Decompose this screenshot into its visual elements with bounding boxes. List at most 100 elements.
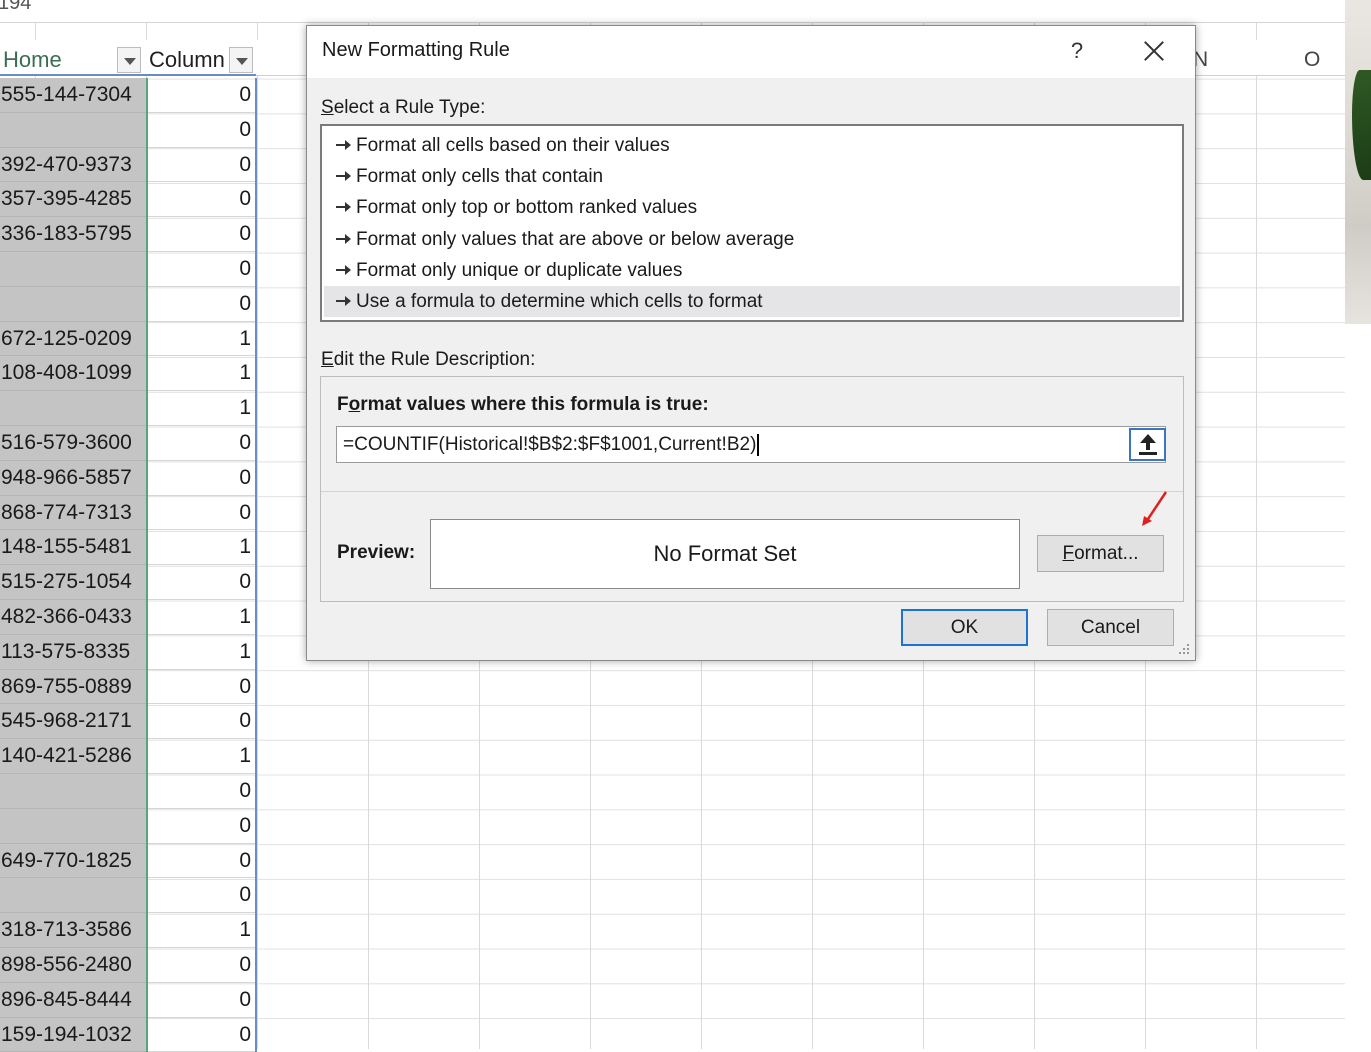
ok-button[interactable]: OK bbox=[901, 609, 1028, 646]
phone-cell[interactable] bbox=[0, 773, 146, 809]
rule-type-item[interactable]: Format only values that are above or bel… bbox=[324, 224, 1180, 255]
phone-cell[interactable]: 515-275-1054 bbox=[0, 565, 146, 600]
value-cell[interactable]: 0 bbox=[148, 809, 255, 844]
phone-cell[interactable]: 108-408-1099 bbox=[0, 356, 146, 392]
value-cell[interactable]: 0 bbox=[148, 217, 255, 252]
value-cell[interactable]: 0 bbox=[148, 670, 255, 705]
preview-label: Preview: bbox=[337, 542, 416, 563]
value-cell[interactable]: 0 bbox=[148, 774, 255, 809]
value-cell[interactable]: 1 bbox=[148, 391, 255, 426]
phone-cell[interactable]: 868-774-7313 bbox=[0, 495, 146, 531]
phone-cell[interactable]: 545-968-2171 bbox=[0, 704, 146, 740]
text-caret bbox=[757, 433, 760, 456]
value-cell[interactable]: 0 bbox=[148, 948, 255, 983]
phone-cell[interactable]: 159-194-1032 bbox=[0, 1017, 146, 1052]
arrow-right-icon bbox=[336, 296, 351, 306]
phone-cell[interactable]: 148-155-5481 bbox=[0, 530, 146, 566]
panel-divider bbox=[321, 491, 1183, 492]
value-cell[interactable]: 1 bbox=[148, 600, 255, 635]
arrow-base bbox=[1139, 452, 1157, 455]
phone-cell[interactable]: 948-966-5857 bbox=[0, 460, 146, 496]
phone-cell[interactable]: 140-421-5286 bbox=[0, 739, 146, 774]
arrow-right-icon bbox=[336, 202, 351, 213]
phone-cell[interactable] bbox=[0, 878, 146, 914]
rule-type-item[interactable]: Format only unique or duplicate values bbox=[324, 255, 1180, 286]
value-cell[interactable]: 0 bbox=[148, 704, 255, 740]
arrow-right-icon bbox=[336, 264, 351, 275]
phone-cell[interactable] bbox=[0, 286, 146, 322]
phone-cell[interactable]: 516-579-3600 bbox=[0, 425, 146, 461]
close-icon[interactable] bbox=[1137, 36, 1171, 66]
value-cell[interactable]: 1 bbox=[148, 322, 255, 357]
phone-cell[interactable]: 318-713-3586 bbox=[0, 913, 146, 948]
format-button-accel: F bbox=[1062, 543, 1075, 564]
formula-label-accel: o bbox=[348, 394, 361, 415]
home-filter-dropdown-icon[interactable] bbox=[117, 47, 141, 73]
value-cell[interactable]: 0 bbox=[148, 287, 255, 322]
formula-input[interactable]: =COUNTIF(Historical!$B$2:$F$1001,Current… bbox=[336, 426, 1166, 463]
value-cell[interactable]: 0 bbox=[148, 496, 255, 531]
value-cell[interactable]: 0 bbox=[148, 78, 255, 113]
dialog-titlebar: New Formatting Rule ? bbox=[307, 26, 1195, 78]
collapse-dialog-icon[interactable] bbox=[1129, 428, 1166, 461]
cancel-button[interactable]: Cancel bbox=[1047, 609, 1174, 646]
value-cell[interactable]: 0 bbox=[148, 1018, 255, 1052]
rule-type-label: Format only cells that contain bbox=[356, 166, 604, 188]
value-cell[interactable]: 0 bbox=[148, 844, 255, 879]
rule-type-label: Format only top or bottom ranked values bbox=[356, 197, 698, 219]
value-cell[interactable]: 1 bbox=[148, 913, 255, 948]
rule-type-item[interactable]: Format all cells based on their values bbox=[324, 130, 1180, 161]
phone-cell[interactable]: 649-770-1825 bbox=[0, 843, 146, 879]
value-cell[interactable]: 0 bbox=[148, 426, 255, 461]
phone-cell[interactable] bbox=[0, 112, 146, 148]
value-cell[interactable]: 0 bbox=[148, 252, 255, 287]
numeric-column: 0000000111000101100100001000 bbox=[146, 78, 257, 1052]
phone-cell[interactable]: 896-845-8444 bbox=[0, 982, 146, 1018]
rule-type-label: Format all cells based on their values bbox=[356, 135, 670, 156]
resize-grip-icon[interactable] bbox=[1175, 640, 1191, 656]
value-cell[interactable]: 0 bbox=[148, 113, 255, 148]
phone-cell[interactable]: 898-556-2480 bbox=[0, 947, 146, 983]
phone-cell[interactable]: 336-183-5795 bbox=[0, 217, 146, 252]
format-button-text: ormat... bbox=[1074, 543, 1139, 564]
value-cell[interactable]: 0 bbox=[148, 182, 255, 218]
value-cell[interactable]: 1 bbox=[148, 356, 255, 392]
value-cell[interactable]: 0 bbox=[148, 983, 255, 1018]
phone-cell[interactable]: 113-575-8335 bbox=[0, 634, 146, 670]
formula-label: Format values where this formula is true… bbox=[337, 394, 709, 416]
cell-reference: 194 bbox=[0, 0, 32, 14]
value-cell[interactable]: 1 bbox=[148, 530, 255, 566]
format-button[interactable]: Format... bbox=[1037, 535, 1164, 572]
phone-cell[interactable]: 357-395-4285 bbox=[0, 182, 146, 218]
value-cell[interactable]: 0 bbox=[148, 878, 255, 914]
arrow-right-icon bbox=[336, 140, 351, 150]
value-cell[interactable]: 0 bbox=[148, 565, 255, 600]
arrow-right-icon bbox=[336, 171, 351, 182]
phone-cell[interactable]: 672-125-0209 bbox=[0, 321, 146, 357]
phone-cell[interactable]: 482-366-0433 bbox=[0, 599, 146, 635]
preview-box: No Format Set bbox=[430, 519, 1020, 589]
value-cell[interactable]: 1 bbox=[148, 739, 255, 774]
formula-label-pre: F bbox=[337, 394, 349, 415]
value-cell[interactable]: 0 bbox=[148, 148, 255, 183]
new-formatting-rule-dialog: New Formatting Rule ? Select a Rule Type… bbox=[306, 25, 1196, 661]
value-cell[interactable]: 1 bbox=[148, 635, 255, 670]
column-filter-dropdown-icon[interactable] bbox=[229, 47, 253, 73]
help-button[interactable]: ? bbox=[1065, 38, 1089, 64]
edit-rule-description-label: Edit the Rule Description: bbox=[321, 349, 535, 371]
phone-cell[interactable] bbox=[0, 808, 146, 844]
phone-cell[interactable]: 869-755-0889 bbox=[0, 669, 146, 705]
rule-type-item[interactable]: Format only cells that contain bbox=[324, 161, 1180, 192]
rule-type-item[interactable]: Format only top or bottom ranked values bbox=[324, 192, 1180, 223]
phone-cell[interactable] bbox=[0, 251, 146, 287]
arrow-shaft bbox=[1146, 442, 1150, 450]
rule-type-list[interactable]: Format all cells based on their values Fo… bbox=[320, 124, 1184, 322]
rule-type-item[interactable]: Use a formula to determine which cells t… bbox=[324, 286, 1180, 317]
phone-cell[interactable]: 555-144-7304 bbox=[0, 78, 146, 113]
column-letter-o[interactable]: O bbox=[1304, 44, 1320, 76]
select-rule-type-text: elect a Rule Type: bbox=[333, 97, 486, 118]
home-phone-column: 555-144-7304 392-470-9373 357-395-4285 336-… bbox=[0, 78, 146, 1052]
value-cell[interactable]: 0 bbox=[148, 461, 255, 496]
phone-cell[interactable]: 392-470-9373 bbox=[0, 147, 146, 183]
phone-cell[interactable] bbox=[0, 391, 146, 426]
